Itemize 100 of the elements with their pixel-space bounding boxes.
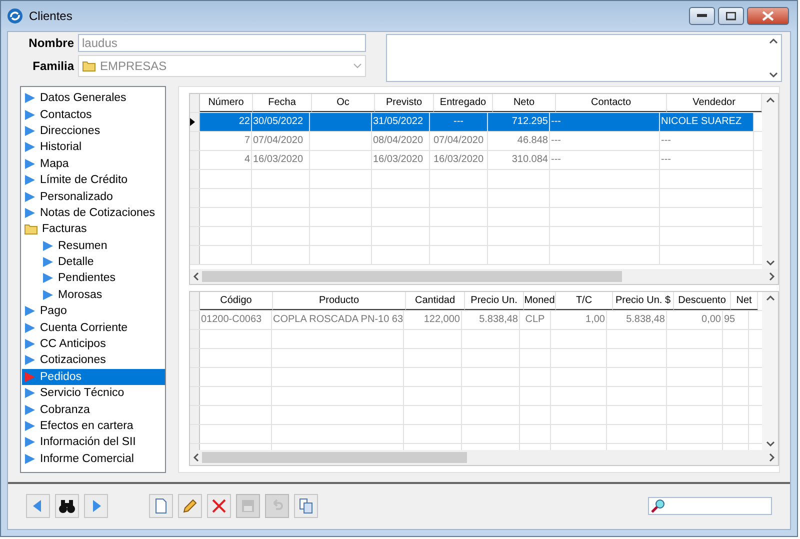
pencil-button[interactable] [178, 494, 202, 518]
table-cell: --- [550, 113, 660, 131]
vertical-scrollbar[interactable] [762, 94, 778, 270]
table-cell: --- [660, 132, 754, 150]
table-cell: 712.295 [488, 113, 550, 131]
scroll-up-icon[interactable] [768, 38, 778, 44]
tree-item[interactable]: Servicio Técnico [22, 385, 165, 402]
maximize-icon [726, 12, 736, 20]
scroll-up-icon[interactable] [766, 97, 774, 103]
table-cell: --- [550, 151, 660, 169]
tree-item[interactable]: Detalle [22, 254, 165, 270]
scroll-left-icon[interactable] [193, 453, 199, 462]
tree-item[interactable]: Límite de Crédito [22, 172, 165, 188]
chevron-down-icon [353, 63, 362, 69]
tree-item[interactable]: Resumen [22, 238, 165, 254]
table-row[interactable]: 4 16/03/2020 16/03/2020 16/03/2020 310.084 --- --- [190, 151, 762, 170]
column-header[interactable]: Producto [273, 292, 406, 310]
tree-item[interactable]: Datos Generales [22, 90, 165, 106]
table-cell: 01200-C0063 [200, 311, 272, 330]
vertical-scrollbar[interactable] [762, 292, 778, 450]
tree-item[interactable]: Contactos [22, 106, 165, 123]
arrow-icon [24, 436, 36, 448]
tree-item[interactable]: Efectos en cartera [22, 418, 165, 434]
column-header[interactable]: Neto [493, 94, 556, 112]
field-label: Familia [32, 59, 74, 73]
document-button[interactable] [149, 494, 173, 518]
copy-icon [297, 497, 315, 515]
table-cell: --- [660, 151, 754, 169]
tree-item[interactable]: Pendientes [22, 270, 165, 287]
table-cell [310, 113, 372, 131]
arrow-icon [42, 288, 54, 301]
tree-item[interactable]: Pago [22, 303, 165, 320]
search-field[interactable] [648, 497, 772, 515]
folder-icon [82, 60, 96, 72]
minimize-button[interactable] [689, 7, 715, 25]
tree-item[interactable]: Cotizaciones [22, 352, 165, 369]
scroll-left-icon[interactable] [193, 272, 199, 282]
column-header[interactable]: Número [200, 94, 253, 112]
scroll-down-icon[interactable] [768, 72, 778, 78]
table-cell: COPLA ROSCADA PN-10 63 [272, 311, 404, 330]
table-cell: 31/05/2022 [372, 113, 430, 131]
arrow-icon [24, 452, 36, 465]
table-cell: 07/04/2020 [252, 132, 310, 150]
column-header[interactable]: Precio Un. $ [613, 292, 674, 310]
tree-item[interactable]: Morosas [22, 286, 165, 304]
tree-item[interactable]: Mapa [22, 156, 165, 172]
tree-item[interactable]: Información del SII [22, 434, 165, 451]
copy-button[interactable] [294, 494, 318, 518]
close-button[interactable] [207, 494, 231, 518]
close-icon [210, 497, 228, 515]
close-button[interactable] [747, 7, 789, 25]
window-title: Clientes [29, 9, 72, 23]
tree-item[interactable]: Personalizado [22, 188, 165, 205]
tree-item[interactable]: Historial [22, 139, 165, 156]
horizontal-scrollbar[interactable] [190, 450, 778, 465]
maximize-button[interactable] [718, 7, 744, 25]
scroll-down-icon[interactable] [766, 260, 774, 266]
table-cell: 08/04/2020 [372, 132, 430, 150]
column-header[interactable]: Entregado [434, 94, 493, 112]
column-header[interactable]: Precio Un. [465, 292, 524, 310]
table-row[interactable]: 01200-C0063 COPLA ROSCADA PN-10 63 122,000 5.838,48 CLP 1,00 5.838,48 0,00 95 [190, 311, 762, 330]
arrow-icon [24, 387, 36, 400]
scroll-up-icon[interactable] [766, 295, 774, 302]
app-logo-icon [7, 8, 23, 24]
notes-field[interactable] [386, 34, 782, 82]
table-cell: 95 [723, 311, 749, 330]
tree-item[interactable]: Cuenta Corriente [22, 319, 165, 336]
family-dropdown[interactable]: EMPRESAS [78, 55, 366, 77]
table-cell: 30/05/2022 [252, 113, 310, 131]
column-header[interactable]: T/C [556, 292, 613, 310]
table-row[interactable]: 22 30/05/2022 31/05/2022 --- 712.295 --- NICOLE SUAREZ [190, 113, 762, 132]
table-row[interactable]: 7 07/04/2020 08/04/2020 07/04/2020 46.848 --- --- [190, 132, 762, 151]
tree-item[interactable]: Direcciones [22, 122, 165, 140]
column-header[interactable]: Cantidad [406, 292, 465, 310]
tree-item[interactable]: Notas de Cotizaciones [22, 204, 165, 222]
scroll-right-icon[interactable] [769, 453, 775, 462]
next-button[interactable] [84, 494, 108, 518]
column-header[interactable]: Moned [524, 292, 556, 310]
column-header[interactable]: Previsto [375, 94, 434, 112]
column-header[interactable]: Fecha [253, 94, 312, 112]
column-header[interactable]: Oc [312, 94, 375, 112]
tree-item[interactable]: Facturas [22, 221, 165, 238]
previous-button[interactable] [26, 494, 50, 518]
scroll-down-icon[interactable] [766, 441, 774, 447]
tree-item[interactable]: Pedidos [22, 368, 165, 386]
binoculars-button[interactable] [55, 494, 79, 518]
arrow-icon [24, 92, 36, 104]
column-header[interactable]: Net [731, 292, 758, 310]
arrow-icon [24, 305, 36, 318]
column-header[interactable]: Descuento [674, 292, 731, 310]
column-header[interactable]: Contacto [556, 94, 667, 112]
tree-item[interactable]: Cobranza [22, 401, 165, 418]
tree-item[interactable]: Informe Comercial [22, 450, 165, 467]
column-header[interactable]: Código [200, 292, 273, 310]
name-field[interactable]: laudus [78, 34, 366, 52]
table-cell: 16/03/2020 [252, 151, 310, 169]
scroll-right-icon[interactable] [769, 272, 775, 282]
horizontal-scrollbar[interactable] [190, 269, 778, 284]
tree-item[interactable]: CC Anticipos [22, 336, 165, 352]
pencil-icon [181, 497, 199, 515]
